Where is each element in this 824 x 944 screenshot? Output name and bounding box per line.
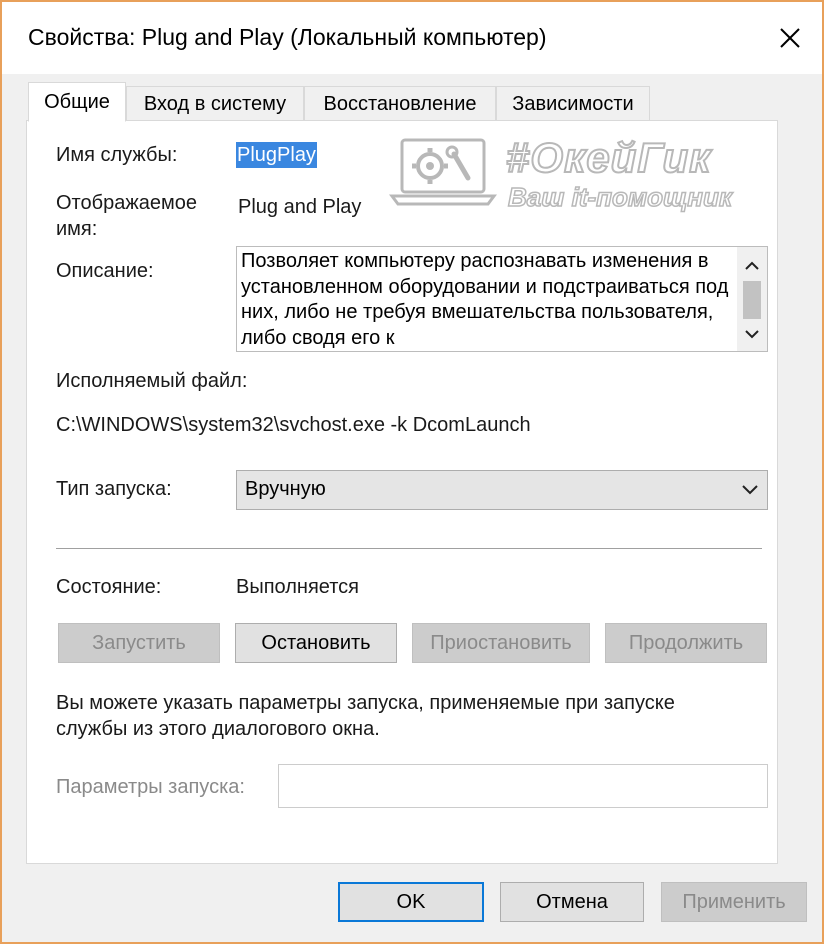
resume-button[interactable]: Продолжить	[605, 623, 767, 663]
hint-line2: службы из этого диалогового окна.	[56, 718, 380, 740]
display-name-value[interactable]: Plug and Play	[238, 194, 361, 220]
startup-type-label: Тип запуска:	[56, 478, 172, 500]
tab-recovery[interactable]: Восстановление	[304, 86, 496, 122]
display-name-label-line2: имя:	[56, 218, 98, 240]
status-label: Состояние:	[56, 576, 162, 598]
startup-type-select[interactable]: Вручную	[236, 470, 768, 510]
service-name-label: Имя службы:	[56, 144, 178, 166]
pause-button[interactable]: Приостановить	[412, 623, 590, 663]
status-value: Выполняется	[236, 576, 359, 598]
close-button[interactable]	[772, 20, 808, 56]
executable-path: C:\WINDOWS\system32\svchost.exe -k DcomL…	[56, 414, 531, 436]
chevron-down-icon	[745, 330, 759, 339]
tab-logon[interactable]: Вход в систему	[126, 86, 304, 122]
start-params-label: Параметры запуска:	[56, 776, 245, 798]
hint-line1: Вы можете указать параметры запуска, при…	[56, 692, 675, 714]
start-params-input[interactable]	[278, 764, 768, 808]
ok-button[interactable]: OK	[338, 882, 484, 922]
scroll-down-button[interactable]	[737, 319, 767, 349]
title-bar: Свойства: Plug and Play (Локальный компь…	[2, 2, 822, 74]
close-icon	[780, 28, 800, 48]
window-title: Свойства: Plug and Play (Локальный компь…	[28, 24, 547, 50]
scroll-thumb[interactable]	[743, 281, 761, 319]
description-label: Описание:	[56, 260, 154, 282]
startup-type-value: Вручную	[245, 478, 326, 500]
properties-dialog: Свойства: Plug and Play (Локальный компь…	[0, 0, 824, 944]
chevron-up-icon	[745, 261, 759, 270]
description-scrollbar[interactable]	[737, 247, 767, 351]
tab-general[interactable]: Общие	[28, 82, 126, 122]
separator	[56, 548, 762, 549]
cancel-button[interactable]: Отмена	[500, 882, 644, 922]
description-box[interactable]: Позволяет компьютеру распознавать измене…	[236, 246, 768, 352]
start-button[interactable]: Запустить	[58, 623, 220, 663]
stop-button[interactable]: Остановить	[235, 623, 397, 663]
scroll-up-button[interactable]	[737, 251, 767, 281]
chevron-down-icon	[741, 483, 759, 501]
apply-button[interactable]: Применить	[661, 882, 807, 922]
description-text: Позволяет компьютеру распознавать измене…	[241, 250, 729, 349]
service-name-value[interactable]: PlugPlay	[236, 142, 317, 168]
tab-dependencies[interactable]: Зависимости	[496, 86, 650, 122]
display-name-label-line1: Отображаемое	[56, 192, 197, 214]
executable-label: Исполняемый файл:	[56, 370, 248, 392]
